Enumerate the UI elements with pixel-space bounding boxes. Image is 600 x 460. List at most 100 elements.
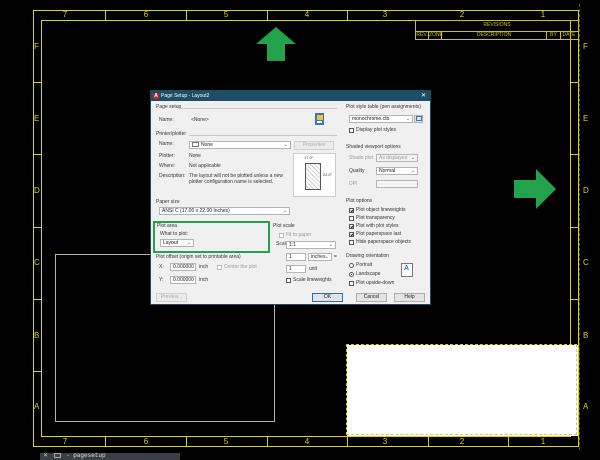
- scale-value: 1:1: [289, 242, 296, 248]
- up-arrow-icon: [256, 27, 296, 61]
- dpi-input[interactable]: [376, 180, 418, 188]
- plot-style-dropdown[interactable]: monochrome.ctb ⌄: [349, 115, 413, 123]
- zone-tick: [33, 371, 41, 372]
- paper-preview-width: 17.0": [304, 155, 314, 160]
- plot-paperspace-last-checkbox[interactable]: [349, 232, 354, 237]
- plot-paperspace-last-label: Plot paperspace last: [356, 231, 402, 237]
- zone-label-bottom: 6: [143, 437, 149, 446]
- what-to-plot-dropdown[interactable]: Layout ⌄: [160, 239, 194, 247]
- revisions-col-by: BY: [547, 31, 561, 40]
- offset-y-unit: inch: [199, 277, 209, 283]
- plot-scale-group-label: Plot scale: [273, 223, 295, 229]
- plot-with-plot-styles-checkbox[interactable]: [349, 224, 354, 229]
- printer-name-dropdown[interactable]: None ⌄: [189, 141, 291, 149]
- landscape-label: Landscape: [356, 271, 381, 277]
- zone-tick: [33, 154, 41, 155]
- zone-label-top: 4: [304, 10, 310, 19]
- orientation-group-label: Drawing orientation: [346, 253, 390, 259]
- fit-to-paper-label: Fit to paper: [286, 232, 312, 238]
- zone-label-bottom: 7: [62, 437, 68, 446]
- cancel-button[interactable]: Cancel: [356, 293, 387, 302]
- page-setup-group-label: Page setup: [156, 104, 182, 110]
- offset-x-input[interactable]: 0.000000: [170, 263, 196, 271]
- edit-plot-style-button[interactable]: [414, 115, 423, 123]
- ok-button[interactable]: OK: [312, 293, 343, 302]
- plot-transparency-label: Plot transparency: [356, 215, 395, 221]
- zone-label-left: A: [34, 402, 40, 411]
- landscape-radio[interactable]: [349, 272, 354, 277]
- plot-area-group-label: Plot area: [157, 223, 178, 229]
- zone-label-top: 6: [143, 10, 149, 19]
- zone-tick: [347, 10, 348, 20]
- display-plot-styles-label: Display plot styles: [356, 127, 397, 133]
- preview-button[interactable]: Preview...: [156, 293, 187, 302]
- link-icon[interactable]: =: [334, 253, 337, 261]
- dialog-titlebar[interactable]: A Page Setup - Layout2 ✕: [151, 91, 430, 101]
- zone-label-right: D: [583, 186, 589, 195]
- plot-object-lineweights-checkbox[interactable]: [349, 208, 354, 213]
- plot-upside-down-checkbox[interactable]: [349, 281, 354, 286]
- what-to-plot-value: Layout: [163, 240, 179, 246]
- zone-label-right: F: [583, 42, 588, 51]
- offset-y-label: Y:: [159, 277, 164, 283]
- title-block-outline: [346, 344, 577, 435]
- plot-with-plot-styles-label: Plot with plot styles: [356, 223, 399, 229]
- center-plot-checkbox[interactable]: [217, 265, 222, 270]
- hide-paperspace-objects-checkbox[interactable]: [349, 240, 354, 245]
- description-label: Description:: [159, 173, 186, 179]
- portrait-label: Portrait: [356, 262, 373, 268]
- shaded-viewport-group-label: Shaded viewport options: [346, 144, 401, 150]
- quality-value: Normal: [379, 168, 396, 174]
- plot-object-lineweights-label: Plot object lineweights: [356, 207, 406, 213]
- paper-size-value: ANSI C (17.00 x 22.00 Inches): [162, 208, 230, 214]
- zone-label-right: C: [583, 258, 589, 267]
- scale-lineweights-label: Scale lineweights: [293, 277, 332, 283]
- fit-to-paper-checkbox[interactable]: [279, 233, 284, 238]
- paper-preview: 17.0" 22.0": [293, 153, 336, 197]
- zone-label-left: E: [34, 114, 40, 123]
- close-icon[interactable]: ✕: [43, 452, 48, 460]
- offset-y-input[interactable]: 0.000000: [170, 276, 196, 284]
- landscape-preview-letter: A: [404, 265, 410, 272]
- zone-tick: [105, 437, 106, 447]
- zone-label-top: 3: [382, 10, 388, 19]
- scale-unit1-value: inches: [311, 254, 326, 260]
- command-text: - pagesetup: [66, 452, 106, 459]
- scale-value1-input[interactable]: 1: [286, 253, 306, 261]
- scale-lineweights-checkbox[interactable]: [286, 278, 291, 283]
- dialog-title: Page Setup - Layout2: [161, 93, 210, 99]
- zone-tick: [571, 154, 579, 155]
- portrait-radio[interactable]: [349, 263, 354, 268]
- zone-label-bottom: 5: [223, 437, 229, 446]
- zone-tick: [186, 437, 187, 447]
- scale-unit2-label: unit: [309, 266, 318, 272]
- close-icon[interactable]: ✕: [421, 92, 426, 100]
- printer-group-label: Printer/plotter: [156, 131, 187, 137]
- quality-dropdown[interactable]: Normal ⌄: [376, 167, 418, 175]
- shade-plot-dropdown[interactable]: As displayed ⌄: [376, 154, 418, 162]
- shade-plot-value: As displayed: [379, 155, 408, 161]
- zone-label-left: D: [34, 186, 40, 195]
- shade-plot-label: Shade plot: [349, 155, 373, 161]
- revisions-col-rev: REV.: [416, 31, 429, 40]
- zone-label-right: A: [583, 402, 589, 411]
- command-line[interactable]: ✕ - pagesetup: [40, 452, 180, 460]
- paper-size-dropdown[interactable]: ANSI C (17.00 x 22.00 Inches) ⌄: [159, 207, 290, 215]
- autocad-logo-icon: A: [153, 93, 159, 99]
- offset-x-label: X:: [159, 264, 164, 270]
- zone-tick: [571, 299, 579, 300]
- zone-tick: [33, 299, 41, 300]
- scale-value2-input[interactable]: 1: [286, 265, 306, 273]
- zone-tick: [571, 82, 579, 83]
- help-button[interactable]: Help: [394, 293, 425, 302]
- chevron-down-icon: ⌄: [283, 142, 288, 148]
- edit-icon: [415, 116, 422, 121]
- zone-label-top: 1: [540, 10, 546, 19]
- display-plot-styles-checkbox[interactable]: [349, 128, 354, 133]
- scale-unit1-dropdown[interactable]: inches ⌄: [308, 253, 332, 261]
- chevron-down-icon: ⌄: [405, 116, 410, 122]
- scale-dropdown[interactable]: 1:1 ⌄: [286, 241, 336, 249]
- divider: [179, 108, 337, 109]
- properties-button[interactable]: Properties: [294, 141, 334, 150]
- plot-transparency-checkbox[interactable]: [349, 216, 354, 221]
